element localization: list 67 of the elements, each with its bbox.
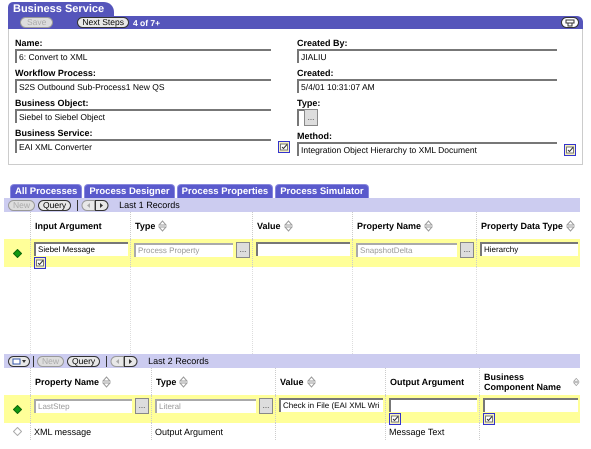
input-field[interactable]: Hierarchy xyxy=(480,242,578,256)
sort-icon[interactable] xyxy=(424,220,434,232)
field-label: Created: xyxy=(297,67,335,79)
picker-icon[interactable] xyxy=(34,257,46,269)
picker-icon[interactable] xyxy=(389,413,401,425)
field-label: Business Service: xyxy=(15,127,94,139)
column-header[interactable]: Input Argument xyxy=(35,220,102,230)
field-label: Method: xyxy=(297,130,333,142)
input-field[interactable]: Integration Object Hierarchy to XML Document xyxy=(297,142,557,156)
record-count: Last 2 Records xyxy=(148,356,209,366)
menu-button[interactable] xyxy=(8,356,30,366)
table-cell: Message Text xyxy=(389,427,444,437)
input-field[interactable]: Check in File (EAI XML Wri xyxy=(279,398,383,412)
tab[interactable]: Process Simulator xyxy=(275,184,369,198)
field-label: Name: xyxy=(15,37,44,49)
column-header[interactable]: Property Data Type xyxy=(481,220,575,232)
field-label: Type: xyxy=(297,97,322,109)
sort-icon[interactable] xyxy=(306,376,316,388)
query-button[interactable]: Query xyxy=(67,356,100,366)
field-label: Created By: xyxy=(297,37,349,49)
query-button[interactable]: Query xyxy=(38,200,72,210)
input-field[interactable] xyxy=(483,398,578,412)
sort-icon[interactable] xyxy=(566,220,575,232)
tab[interactable]: Process Designer xyxy=(84,184,175,198)
picker-icon[interactable] xyxy=(278,141,290,153)
input-field[interactable]: 6: Convert to XML xyxy=(15,49,271,63)
record-count: 4 of 7+ xyxy=(132,18,160,28)
table-cell: XML message xyxy=(34,427,92,437)
picker-icon[interactable] xyxy=(564,144,576,156)
row-marker-icon[interactable] xyxy=(12,248,22,258)
field-label: Workflow Process: xyxy=(15,67,97,79)
input-field[interactable]: Siebel to Siebel Object xyxy=(15,109,271,123)
column-header[interactable]: Value xyxy=(280,376,316,388)
sort-icon[interactable] xyxy=(179,376,188,388)
picker-icon[interactable] xyxy=(483,413,495,425)
input-field[interactable]: JIALIU xyxy=(297,49,557,63)
column-header[interactable]: Value xyxy=(257,220,293,232)
input-field[interactable]: EAI XML Converter xyxy=(15,139,271,153)
sort-icon[interactable] xyxy=(102,376,112,388)
row-marker-icon[interactable] xyxy=(12,427,22,436)
field-label: Business Object: xyxy=(15,97,90,109)
tab[interactable]: Process Properties xyxy=(176,184,274,198)
input-field[interactable] xyxy=(389,398,477,412)
input-field[interactable]: 5/4/01 10:31:07 AM xyxy=(297,79,557,93)
column-header[interactable]: Property Name xyxy=(357,220,434,232)
input-field[interactable] xyxy=(297,109,304,126)
column-header[interactable]: Business Component Name xyxy=(484,372,580,392)
input-field[interactable]: S2S Outbound Sub-Process1 New QS xyxy=(15,79,271,93)
input-field[interactable]: Siebel Message xyxy=(34,242,128,256)
column-header[interactable]: Type xyxy=(135,220,168,232)
tab[interactable]: All Processes xyxy=(10,184,82,198)
sort-icon[interactable] xyxy=(158,220,168,232)
column-header[interactable]: Property Name xyxy=(35,376,112,388)
next-button[interactable] xyxy=(95,200,110,210)
table-cell: Output Argument xyxy=(155,427,224,437)
ellipsis-button[interactable]: ... xyxy=(304,109,318,126)
print-icon[interactable] xyxy=(561,17,579,28)
panel-title: Business Service xyxy=(8,2,114,16)
column-header[interactable]: Type xyxy=(156,376,188,388)
input-field[interactable] xyxy=(256,242,350,256)
row-marker-icon[interactable] xyxy=(12,404,22,414)
column-header[interactable]: Output Argument xyxy=(390,376,464,386)
next-steps-button[interactable]: Next Steps xyxy=(77,17,129,28)
sort-icon[interactable] xyxy=(573,376,580,388)
record-count: Last 1 Records xyxy=(119,200,180,210)
sort-icon[interactable] xyxy=(284,220,293,232)
next-button[interactable] xyxy=(124,356,138,366)
